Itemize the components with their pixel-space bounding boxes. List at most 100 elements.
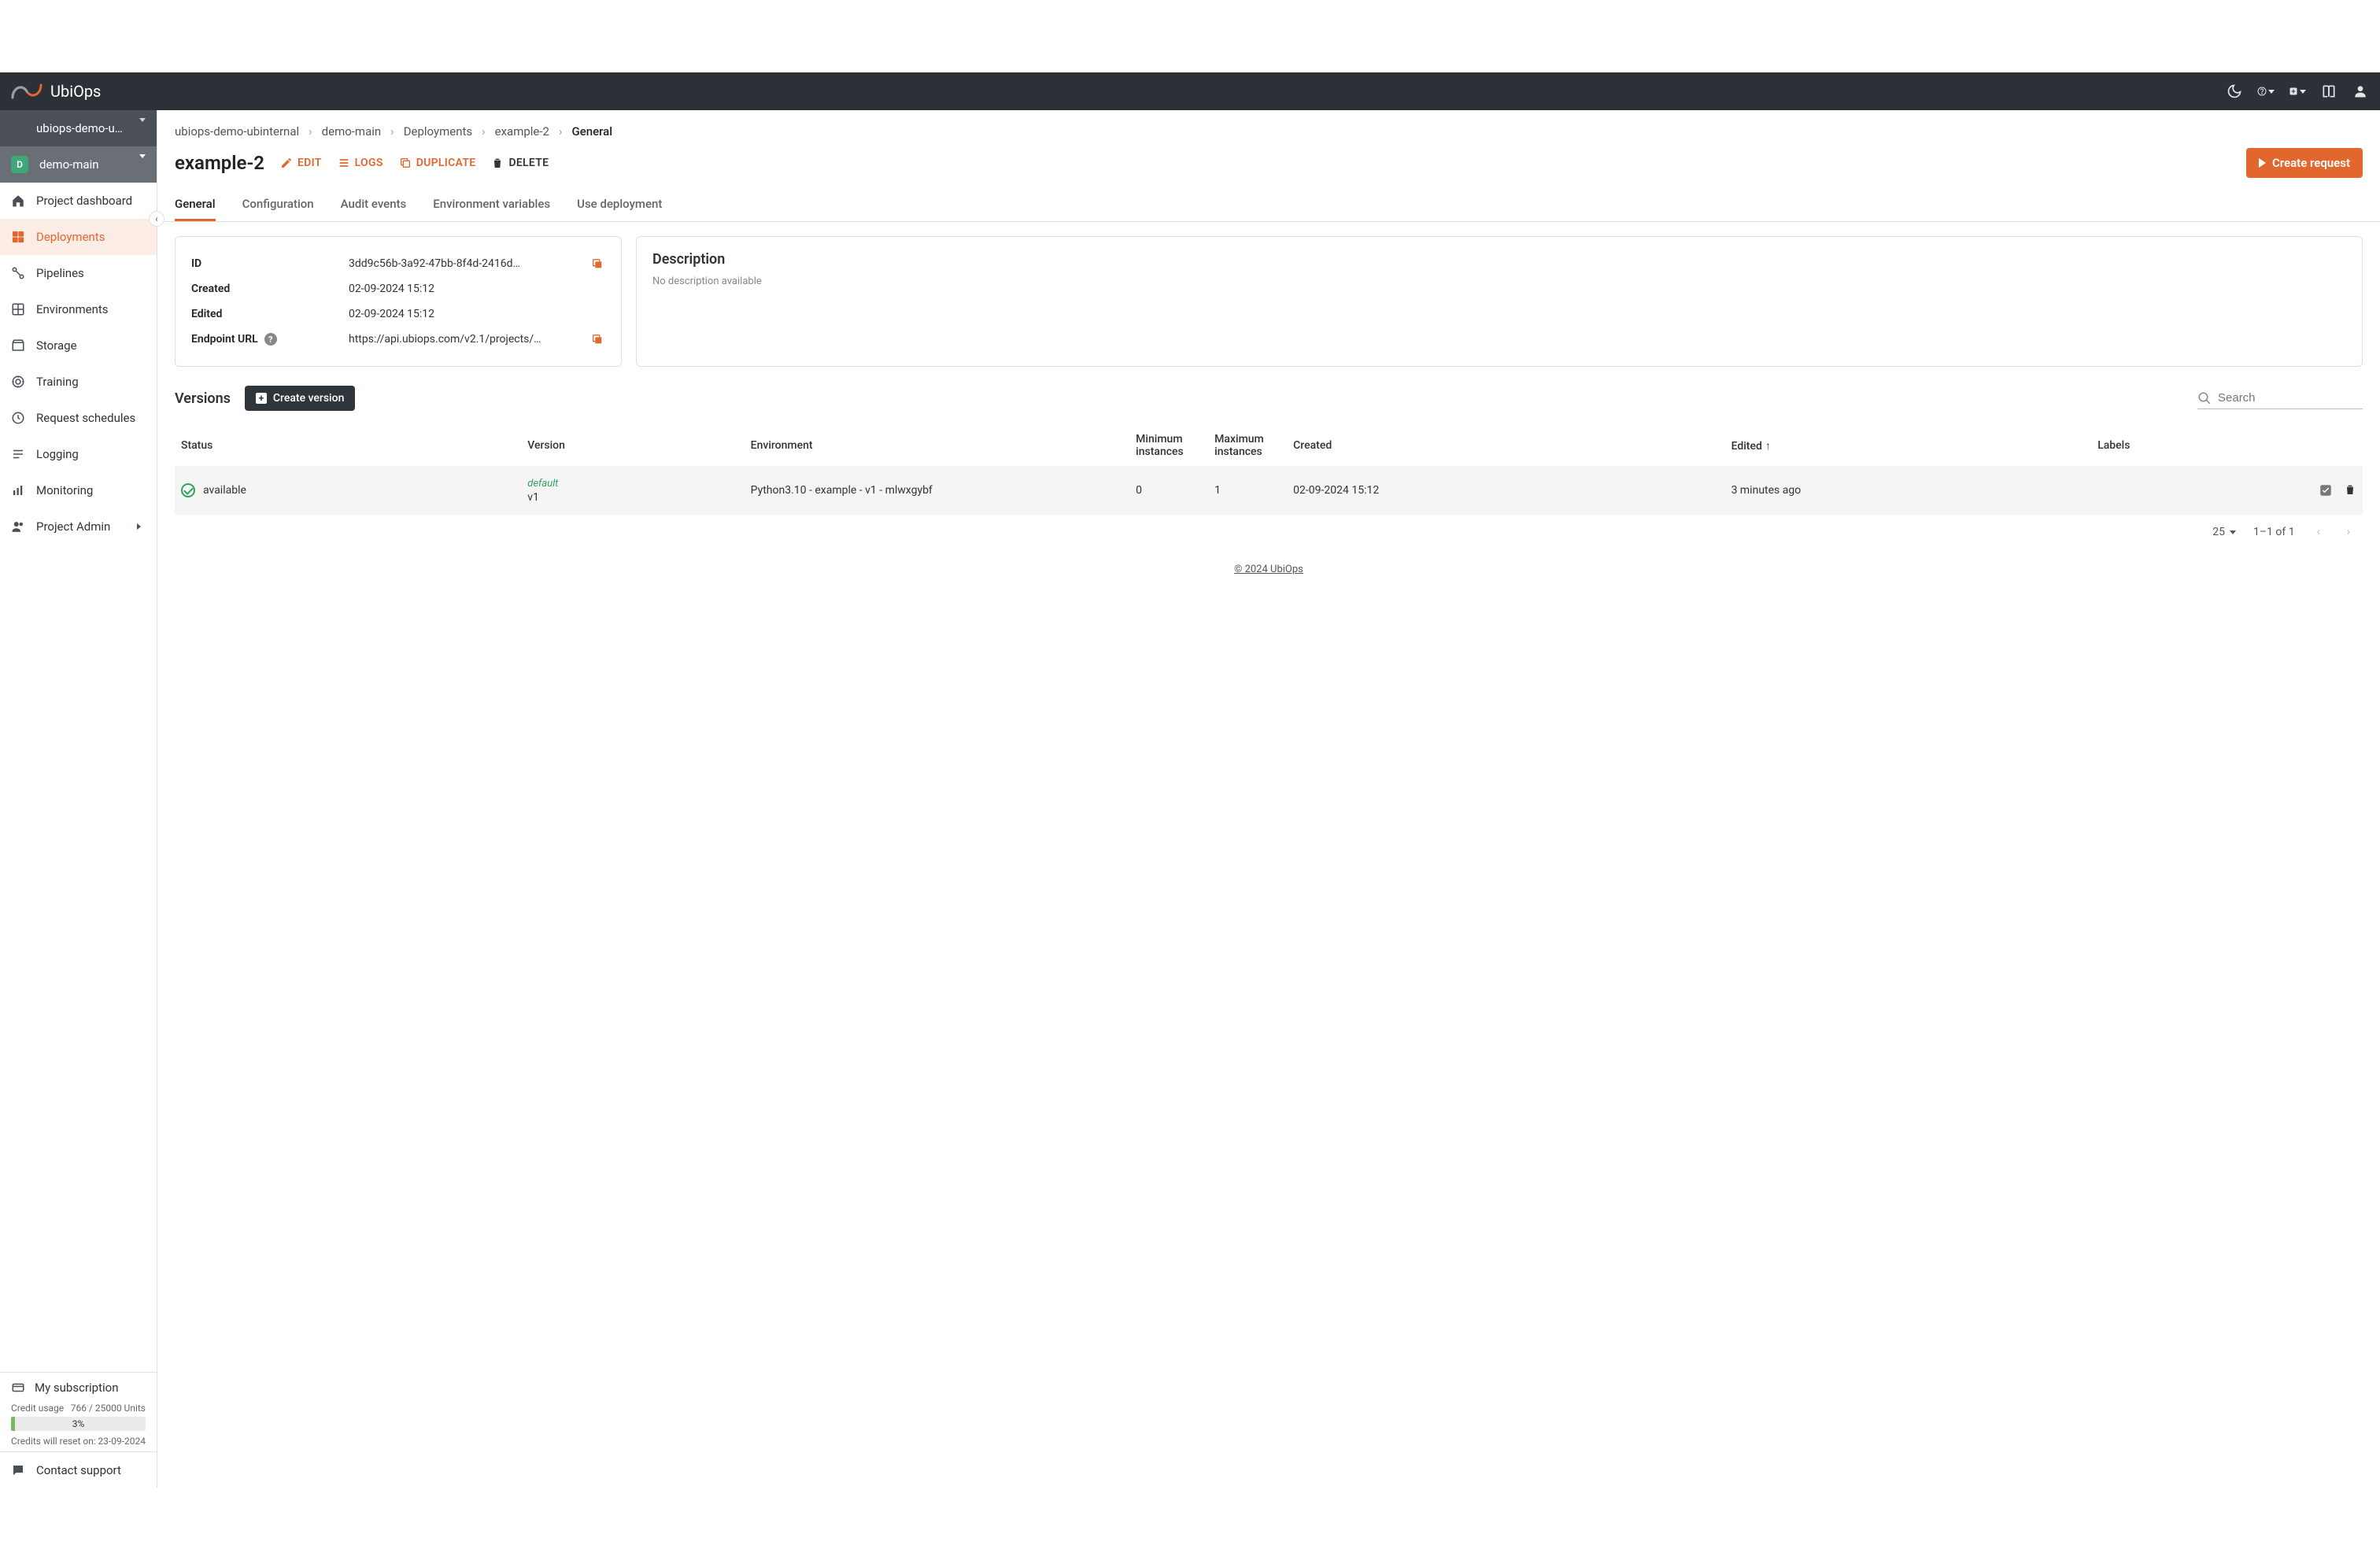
chat-icon: [11, 1463, 25, 1477]
col-created[interactable]: Created: [1287, 425, 1724, 466]
edited-label: Edited: [191, 308, 349, 320]
per-page-selector[interactable]: 25: [2212, 526, 2236, 538]
main-content: ubiops-demo-ubinternal › demo-main › Deplo…: [157, 110, 2380, 1488]
pipelines-icon: [11, 266, 25, 280]
subscription-block: My subscription Credit usage 766 / 25000…: [0, 1373, 157, 1451]
project-name: demo-main: [39, 157, 128, 172]
breadcrumb: ubiops-demo-ubinternal › demo-main › Deplo…: [157, 110, 2380, 145]
prev-page-button[interactable]: ‹: [2312, 526, 2325, 538]
docs-icon[interactable]: [2320, 83, 2338, 100]
footer-link[interactable]: © 2024 UbiOps: [1234, 564, 1303, 575]
sidebar-item-admin[interactable]: Project Admin: [0, 508, 157, 545]
brand[interactable]: UbiOps: [11, 82, 101, 101]
search-input[interactable]: [2218, 391, 2374, 405]
sidebar-item-label: Request schedules: [36, 411, 146, 425]
min-cell: 0: [1129, 466, 1208, 515]
duplicate-button[interactable]: DUPLICATE: [399, 157, 476, 169]
breadcrumb-item[interactable]: ubiops-demo-ubinternal: [175, 124, 299, 139]
breadcrumb-item[interactable]: Deployments: [404, 124, 472, 139]
credit-value: 766 / 25000 Units: [71, 1403, 146, 1414]
delete-button[interactable]: DELETE: [491, 157, 549, 169]
version-name: v1: [527, 491, 737, 504]
search-icon: [2197, 391, 2212, 405]
chevron-down-icon: [139, 122, 146, 135]
sidebar-item-label: Project Admin: [36, 519, 120, 534]
environment-cell: Python3.10 - example - v1 - mlwxgybf: [745, 466, 1130, 515]
create-menu[interactable]: [2289, 83, 2306, 100]
id-label: ID: [191, 257, 349, 270]
labels-cell: [2091, 466, 2292, 515]
col-status[interactable]: Status: [175, 425, 521, 466]
col-max[interactable]: Maximum instances: [1208, 425, 1287, 466]
id-value: 3dd9c56b-3a92-47bb-8f4d-2416d…: [349, 257, 583, 270]
training-icon: [11, 375, 25, 389]
create-version-button[interactable]: +Create version: [245, 386, 355, 411]
col-edited[interactable]: Edited↑: [1725, 425, 2092, 466]
tab-env-vars[interactable]: Environment variables: [433, 189, 550, 221]
breadcrumb-item[interactable]: example-2: [495, 124, 549, 139]
col-version[interactable]: Version: [521, 425, 744, 466]
sidebar-item-label: Training: [36, 375, 146, 389]
sidebar-item-schedules[interactable]: Request schedules: [0, 400, 157, 436]
tab-configuration[interactable]: Configuration: [242, 189, 314, 221]
reset-label: Credits will reset on:: [11, 1436, 96, 1447]
deployments-icon: [11, 230, 25, 244]
sidebar-item-training[interactable]: Training: [0, 364, 157, 400]
sidebar-item-pipelines[interactable]: Pipelines: [0, 255, 157, 291]
col-labels[interactable]: Labels: [2091, 425, 2292, 466]
project-selector[interactable]: D demo-main: [0, 146, 157, 183]
copy-id-button[interactable]: [591, 257, 605, 270]
chevron-right-icon: ›: [309, 124, 312, 139]
logs-button[interactable]: LOGS: [338, 157, 383, 169]
table-row[interactable]: available defaultv1 Python3.10 - example…: [175, 466, 2363, 515]
sidebar-item-label: Project dashboard: [36, 194, 146, 208]
sidebar-item-logging[interactable]: Logging: [0, 436, 157, 472]
description-empty: No description available: [652, 275, 2346, 287]
edited-cell: 3 minutes ago: [1725, 466, 2092, 515]
row-delete-button[interactable]: [2344, 483, 2356, 497]
topbar-actions: [2226, 83, 2369, 100]
sidebar-collapse-button[interactable]: ‹: [149, 211, 164, 227]
tab-use-deployment[interactable]: Use deployment: [577, 189, 662, 221]
created-value: 02-09-2024 15:12: [349, 283, 605, 295]
chevron-right-icon: ›: [482, 124, 486, 139]
next-page-button[interactable]: ›: [2342, 526, 2355, 538]
breadcrumb-item[interactable]: demo-main: [322, 124, 382, 139]
sidebar-item-storage[interactable]: Storage: [0, 327, 157, 364]
sidebar-item-label: Storage: [36, 338, 146, 353]
sidebar-item-environments[interactable]: Environments: [0, 291, 157, 327]
create-request-button[interactable]: Create request: [2246, 148, 2363, 178]
created-cell: 02-09-2024 15:12: [1287, 466, 1724, 515]
tab-general[interactable]: General: [175, 189, 216, 221]
credit-label: Credit usage: [11, 1403, 64, 1414]
help-menu[interactable]: [2257, 83, 2275, 100]
description-card: Description No description available: [636, 236, 2363, 367]
play-icon: [2259, 158, 2266, 168]
brand-text: UbiOps: [50, 82, 101, 101]
copy-endpoint-button[interactable]: [591, 333, 605, 346]
sidebar-item-monitoring[interactable]: Monitoring: [0, 472, 157, 508]
search-wrap: [2197, 388, 2363, 409]
clock-icon: [11, 411, 25, 425]
theme-toggle-icon[interactable]: [2226, 83, 2243, 100]
edit-button[interactable]: EDIT: [280, 157, 322, 169]
sidebar-item-dashboard[interactable]: Project dashboard: [0, 183, 157, 219]
help-icon[interactable]: ?: [264, 333, 277, 346]
sidebar-item-label: Deployments: [36, 230, 146, 244]
row-check-button[interactable]: [2319, 483, 2333, 497]
credit-progress: 3%: [11, 1417, 146, 1431]
tab-audit-events[interactable]: Audit events: [341, 189, 407, 221]
logo-icon: [11, 82, 42, 101]
chevron-down-icon: [2268, 90, 2275, 94]
org-selector[interactable]: ubiops-demo-u…: [0, 110, 157, 146]
sidebar-item-support[interactable]: Contact support: [0, 1451, 157, 1488]
chevron-right-icon: [131, 519, 146, 534]
sidebar-item-deployments[interactable]: Deployments: [0, 219, 157, 255]
col-min[interactable]: Minimum instances: [1129, 425, 1208, 466]
col-environment[interactable]: Environment: [745, 425, 1130, 466]
versions-title: Versions: [175, 390, 231, 407]
environments-icon: [11, 302, 25, 316]
account-icon[interactable]: [2352, 83, 2369, 100]
breadcrumb-current: General: [571, 124, 612, 139]
project-badge: D: [11, 156, 28, 173]
